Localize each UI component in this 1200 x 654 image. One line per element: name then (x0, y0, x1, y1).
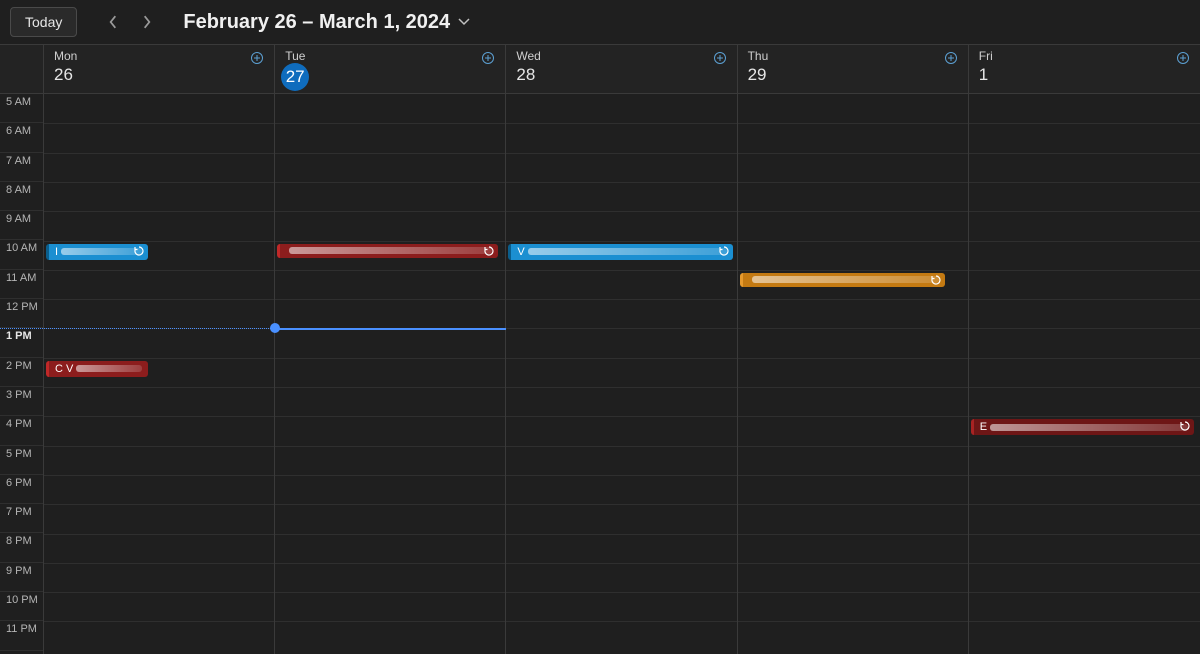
chevron-left-icon (108, 15, 118, 29)
now-indicator-dotted (0, 328, 275, 329)
time-label: 11 PM (0, 621, 43, 650)
day-column[interactable] (738, 94, 969, 654)
calendar-event[interactable]: I (46, 244, 148, 260)
recurring-icon (134, 246, 144, 256)
time-label: 12 PM (0, 299, 43, 328)
day-number: 28 (516, 65, 726, 85)
day-of-week: Mon (54, 49, 264, 63)
event-redacted-text (76, 365, 141, 372)
now-indicator-line (275, 328, 506, 330)
day-column[interactable] (275, 94, 506, 654)
event-redacted-text (289, 247, 492, 254)
chevron-down-icon (458, 16, 470, 28)
add-event-icon[interactable] (481, 51, 495, 65)
add-event-icon[interactable] (1176, 51, 1190, 65)
time-label: 10 AM (0, 240, 43, 269)
chevron-right-icon (142, 15, 152, 29)
event-title: C V (55, 363, 73, 375)
calendar-event[interactable]: C V (46, 361, 148, 377)
day-column[interactable]: E (969, 94, 1200, 654)
event-title: V (517, 246, 524, 258)
calendar-grid: 5 AM6 AM7 AM8 AM9 AM10 AM11 AM12 PM1 PM2… (0, 94, 1200, 654)
prev-week-button[interactable] (99, 8, 127, 36)
event-redacted-text (61, 248, 142, 255)
time-label: 4 PM (0, 416, 43, 445)
next-week-button[interactable] (133, 8, 161, 36)
day-of-week: Thu (748, 49, 958, 63)
time-label: 2 PM (0, 358, 43, 387)
day-header[interactable]: Tue 27 (275, 45, 506, 93)
recurring-icon (484, 246, 494, 256)
calendar-grid-wrap: 5 AM6 AM7 AM8 AM9 AM10 AM11 AM12 PM1 PM2… (0, 94, 1200, 654)
time-label: 7 PM (0, 504, 43, 533)
add-event-icon[interactable] (713, 51, 727, 65)
recurring-icon (719, 246, 729, 256)
day-of-week: Wed (516, 49, 726, 63)
add-event-icon[interactable] (944, 51, 958, 65)
event-title: E (980, 421, 987, 433)
calendar-event[interactable] (740, 273, 945, 287)
event-redacted-text (990, 424, 1188, 431)
time-label: 8 PM (0, 533, 43, 562)
calendar-toolbar: Today February 26 – March 1, 2024 (0, 0, 1200, 44)
recurring-icon (1180, 421, 1190, 431)
time-label: 5 AM (0, 94, 43, 123)
calendar-event[interactable]: V (508, 244, 732, 260)
date-range-label: February 26 – March 1, 2024 (183, 11, 450, 34)
today-button[interactable]: Today (10, 7, 77, 37)
day-of-week: Tue (285, 49, 495, 63)
event-title: I (55, 246, 58, 258)
event-redacted-text (752, 276, 939, 283)
time-label: 5 PM (0, 446, 43, 475)
time-label: 3 PM (0, 387, 43, 416)
time-label: 6 AM (0, 123, 43, 152)
day-header-gutter (0, 45, 44, 93)
event-redacted-text (528, 248, 727, 255)
time-gutter: 5 AM6 AM7 AM8 AM9 AM10 AM11 AM12 PM1 PM2… (0, 94, 44, 654)
day-header[interactable]: Mon 26 (44, 45, 275, 93)
time-label: 1 PM (0, 328, 43, 357)
time-label: 8 AM (0, 182, 43, 211)
recurring-icon (931, 275, 941, 285)
time-label: 6 PM (0, 475, 43, 504)
day-header[interactable]: Wed 28 (506, 45, 737, 93)
time-label: 7 AM (0, 153, 43, 182)
day-number: 1 (979, 65, 1190, 85)
day-column[interactable]: V (506, 94, 737, 654)
day-number: 29 (748, 65, 958, 85)
time-label: 9 AM (0, 211, 43, 240)
day-header[interactable]: Thu 29 (738, 45, 969, 93)
date-range-picker[interactable]: February 26 – March 1, 2024 (183, 11, 470, 34)
time-label: 9 PM (0, 563, 43, 592)
time-label: 10 PM (0, 592, 43, 621)
day-header-row: Mon 26 Tue 27 Wed 28 Thu 29 Fri 1 (0, 44, 1200, 94)
day-number: 27 (281, 63, 309, 91)
calendar-event[interactable]: E (971, 419, 1194, 435)
day-of-week: Fri (979, 49, 1190, 63)
time-label: 11 AM (0, 270, 43, 299)
calendar-event[interactable] (277, 244, 498, 258)
day-header[interactable]: Fri 1 (969, 45, 1200, 93)
day-number: 26 (54, 65, 264, 85)
day-column[interactable]: I C V (44, 94, 275, 654)
add-event-icon[interactable] (250, 51, 264, 65)
